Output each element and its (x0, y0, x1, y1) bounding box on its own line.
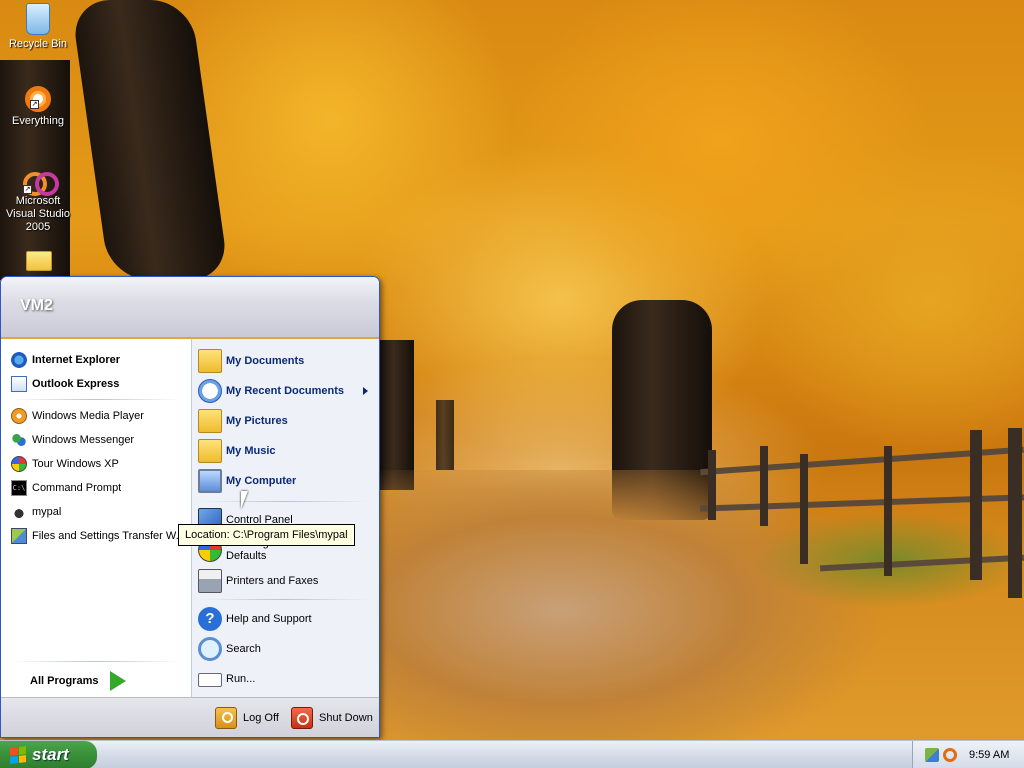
menu-item-label: Help and Support (226, 613, 312, 625)
menu-item-help-support[interactable]: ? Help and Support (198, 605, 312, 633)
menu-separator (11, 661, 181, 662)
menu-item-mypal[interactable]: mypal (11, 501, 61, 523)
all-programs-button[interactable]: All Programs (30, 669, 127, 693)
menu-item-label: My Recent Documents (226, 385, 344, 397)
run-icon (198, 673, 222, 687)
menu-item-label: My Music (226, 445, 276, 457)
menu-item-label: mypal (32, 506, 62, 518)
desktop-icon-label: Microsoft Visual Studio 2005 (5, 195, 70, 233)
menu-item-label: Internet Explorer (32, 354, 121, 366)
menu-item-label: Tour Windows XP (32, 458, 119, 470)
mouse-cursor-icon (241, 491, 248, 509)
outlook-express-icon (11, 376, 27, 392)
menu-item-label: Run... (226, 673, 256, 685)
menu-item-windows-media-player[interactable]: Windows Media Player (11, 405, 144, 427)
tour-icon (11, 456, 27, 472)
menu-item-tour-windows-xp[interactable]: Tour Windows XP (11, 453, 119, 475)
menu-item-label: Windows Media Player (32, 410, 144, 422)
mypal-icon (11, 504, 27, 520)
transfer-wizard-icon (11, 528, 27, 544)
recent-documents-icon (198, 379, 222, 403)
menu-item-label: My Pictures (226, 415, 288, 427)
recycle-bin-icon (26, 3, 50, 35)
my-computer-icon (198, 469, 222, 493)
shortcut-arrow-icon: ↗ (23, 185, 32, 194)
start-menu-programs-pane: Internet Explorer Outlook Express Window… (1, 339, 191, 697)
menu-item-command-prompt[interactable]: C:\ Command Prompt (11, 477, 121, 499)
menu-item-outlook-express[interactable]: Outlook Express (11, 373, 119, 395)
submenu-arrow-icon (363, 387, 368, 395)
desktop-icon-recycle-bin[interactable]: Recycle Bin (0, 3, 76, 51)
menu-item-printers-faxes[interactable]: Printers and Faxes (198, 567, 318, 595)
shut-down-label: Shut Down (319, 712, 373, 724)
printer-icon (198, 569, 222, 593)
start-menu: VM2 Internet Explorer Outlook Express Wi… (0, 276, 380, 738)
desktop-icon-visual-studio[interactable]: ↗ Microsoft Visual Studio 2005 (0, 170, 76, 234)
menu-item-my-documents[interactable]: My Documents (198, 347, 304, 375)
start-button-label: start (32, 745, 69, 764)
power-icon (291, 707, 313, 729)
desktop-icon-everything[interactable]: ↗ Everything (0, 86, 76, 128)
menu-item-label: Files and Settings Transfer W... (32, 530, 185, 542)
menu-item-label: Printers and Faxes (226, 575, 319, 587)
my-pictures-icon (198, 409, 222, 433)
menu-item-my-recent-documents[interactable]: My Recent Documents (198, 377, 378, 405)
messenger-icon (11, 432, 27, 448)
menu-item-label: Command Prompt (32, 482, 122, 494)
menu-item-internet-explorer[interactable]: Internet Explorer (11, 349, 120, 371)
location-tooltip: Location: C:\Program Files\mypal (178, 524, 355, 546)
windows-logo-icon (10, 746, 26, 764)
everything-tray-icon[interactable] (943, 748, 957, 762)
start-menu-places-pane: My Documents My Recent Documents My Pict… (191, 339, 379, 697)
system-tray: 9:59 AM (912, 741, 1024, 768)
folder-icon[interactable] (26, 251, 52, 271)
all-programs-label: All Programs (30, 675, 99, 687)
key-icon (215, 707, 237, 729)
command-prompt-icon: C:\ (11, 480, 27, 496)
user-name: VM2 (20, 297, 53, 314)
media-player-icon (11, 408, 27, 424)
search-icon (198, 637, 222, 661)
menu-item-files-settings-transfer[interactable]: Files and Settings Transfer W... (11, 525, 187, 547)
menu-item-windows-messenger[interactable]: Windows Messenger (11, 429, 134, 451)
help-icon: ? (198, 607, 222, 631)
menu-item-run[interactable]: Run... (198, 665, 255, 693)
menu-separator (11, 399, 181, 400)
menu-item-my-pictures[interactable]: My Pictures (198, 407, 288, 435)
my-music-icon (198, 439, 222, 463)
internet-explorer-icon (11, 352, 27, 368)
menu-item-label: Outlook Express (32, 378, 120, 390)
menu-separator (200, 501, 370, 502)
menu-item-label: My Documents (226, 355, 305, 367)
desktop-icon-label: Recycle Bin (8, 38, 68, 50)
log-off-label: Log Off (243, 712, 279, 724)
start-menu-footer: Log Off Shut Down (1, 697, 379, 737)
log-off-button[interactable]: Log Off (215, 706, 279, 730)
menu-separator (200, 599, 370, 600)
menu-item-my-music[interactable]: My Music (198, 437, 276, 465)
menu-item-label: My Computer (226, 475, 297, 487)
menu-item-label: Search (226, 643, 261, 655)
shortcut-arrow-icon: ↗ (30, 100, 39, 109)
taskbar: start 9:59 AM (0, 740, 1024, 768)
shut-down-button[interactable]: Shut Down (291, 706, 373, 730)
clock[interactable]: 9:59 AM (969, 749, 1009, 761)
desktop-icon-label: Everything (12, 115, 64, 127)
green-arrow-icon (108, 671, 127, 691)
start-button[interactable]: start (0, 741, 97, 768)
start-menu-header: VM2 (1, 277, 379, 339)
menu-item-label: Windows Messenger (32, 434, 135, 446)
visual-studio-icon: ↗ (23, 170, 59, 196)
network-icon[interactable] (925, 748, 939, 762)
menu-item-search[interactable]: Search (198, 635, 261, 663)
my-documents-icon (198, 349, 222, 373)
everything-icon: ↗ (25, 86, 51, 112)
